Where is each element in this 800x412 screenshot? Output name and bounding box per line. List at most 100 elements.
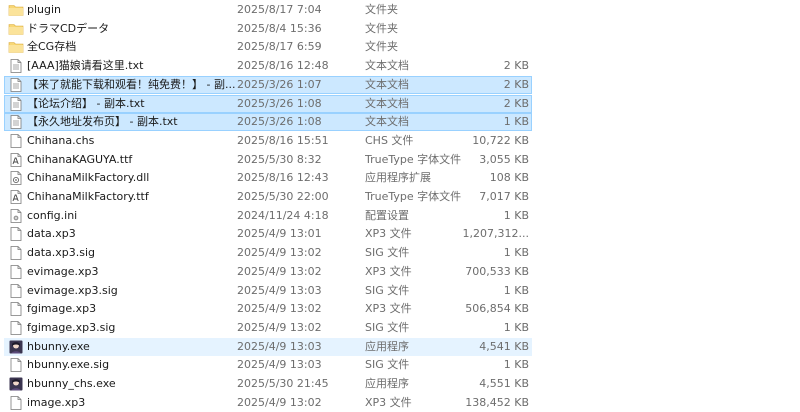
file-name: config.ini [27, 208, 78, 222]
file-name: data.xp3.sig [27, 246, 96, 260]
file-row[interactable]: 【永久地址发布页】 - 副本.txt 2025/3/26 1:08 文本文档 1 KB [4, 113, 532, 132]
folder-icon [8, 21, 24, 37]
config-file-icon [8, 208, 24, 224]
file-row[interactable]: plugin 2025/8/17 7:04 文件夹 [4, 1, 532, 19]
file-date-modified: 2025/4/9 13:02 [237, 246, 322, 260]
blank-file-icon [8, 395, 24, 411]
text-file-icon [8, 96, 24, 112]
file-row[interactable]: data.xp3.sig 2025/4/9 13:02 SIG 文件 1 KB [4, 244, 532, 262]
file-date-modified: 2024/11/24 4:18 [237, 208, 329, 222]
file-row[interactable]: fgimage.xp3 2025/4/9 13:02 XP3 文件 506,854 K… [4, 300, 532, 318]
blank-file-icon [8, 226, 24, 242]
file-row[interactable]: hbunny.exe 2025/4/9 13:03 应用程序 4,541 KB [4, 337, 532, 356]
file-size: 108 KB [489, 171, 529, 185]
file-size: 1,207,312... [462, 227, 529, 241]
text-file-icon [8, 58, 24, 74]
file-size: 2 KB [503, 96, 529, 110]
file-row[interactable]: [AAA]猫娘请看这里.txt 2025/8/16 12:48 文本文档 2 KB [4, 57, 532, 75]
file-date-modified: 2025/8/17 6:59 [237, 40, 322, 54]
file-size [445, 39, 529, 55]
file-date-modified: 2025/4/9 13:02 [237, 264, 322, 278]
file-name: Chihana.chs [27, 133, 95, 147]
file-size: 1 KB [503, 115, 529, 129]
file-date-modified: 2025/5/30 22:00 [237, 190, 329, 203]
file-row[interactable]: Chihana.chs 2025/8/16 15:51 CHS 文件 10,722 K… [4, 132, 532, 150]
file-row[interactable]: ChihanaMilkFactory.ttf 2025/5/30 22:00 Tru… [4, 188, 532, 206]
file-name: evimage.xp3 [27, 264, 99, 278]
file-size [445, 2, 529, 18]
file-date-modified: 2025/4/9 13:02 [237, 302, 322, 316]
file-row[interactable]: 【来了就能下载和观看！纯免费！】 - 副... 2025/3/26 1:07 文本文… [4, 75, 532, 94]
file-name: data.xp3 [27, 227, 76, 241]
file-size: 3,055 KB [479, 152, 529, 166]
file-name: hbunny.exe [27, 339, 90, 353]
blank-file-icon [8, 264, 24, 280]
file-name: [AAA]猫娘请看这里.txt [27, 59, 144, 73]
file-row[interactable]: hbunny_chs.exe 2025/5/30 21:45 应用程序 4,551 K… [4, 375, 532, 393]
file-row[interactable]: image.xp3 2025/4/9 13:02 XP3 文件 138,452 KB [4, 394, 532, 412]
text-file-icon [8, 114, 24, 130]
text-file-icon [8, 77, 24, 93]
file-date-modified: 2025/4/9 13:03 [237, 358, 322, 372]
file-size: 2 KB [503, 59, 529, 73]
file-row[interactable]: ChihanaMilkFactory.dll 2025/8/16 12:43 应用程… [4, 169, 532, 187]
dll-file-icon [8, 170, 24, 186]
file-size: 1 KB [503, 320, 529, 334]
file-size: 4,551 KB [479, 377, 529, 390]
file-size [445, 21, 529, 37]
blank-file-icon [8, 357, 24, 373]
file-name: hbunny_chs.exe [27, 377, 116, 390]
file-date-modified: 2025/8/16 15:51 [237, 133, 329, 147]
file-row[interactable]: evimage.xp3.sig 2025/4/9 13:03 SIG 文件 1 KB [4, 282, 532, 300]
file-name: ChihanaMilkFactory.dll [27, 171, 150, 185]
file-name: hbunny.exe.sig [27, 358, 110, 372]
file-row[interactable]: data.xp3 2025/4/9 13:01 XP3 文件 1,207,312... [4, 225, 532, 243]
file-date-modified: 2025/8/16 12:43 [237, 171, 329, 185]
file-name: ChihanaMilkFactory.ttf [27, 190, 149, 203]
file-row[interactable]: 全CG存档 2025/8/17 6:59 文件夹 [4, 38, 532, 56]
file-date-modified: 2025/4/9 13:03 [237, 339, 322, 353]
file-row[interactable]: fgimage.xp3.sig 2025/4/9 13:02 SIG 文件 1 KB [4, 319, 532, 337]
blank-file-icon [8, 320, 24, 336]
folder-icon [8, 39, 24, 55]
file-date-modified: 2025/8/16 12:48 [237, 59, 329, 73]
file-date-modified: 2025/5/30 21:45 [237, 377, 329, 390]
file-row[interactable]: config.ini 2024/11/24 4:18 配置设置 1 KB [4, 207, 532, 225]
file-name: plugin [27, 3, 62, 16]
file-row[interactable]: hbunny.exe.sig 2025/4/9 13:03 SIG 文件 1 KB [4, 356, 532, 374]
file-name: fgimage.xp3.sig [27, 320, 116, 334]
file-list[interactable]: plugin 2025/8/17 7:04 文件夹ドラマCDデータ 2025/8/4 … [0, 0, 800, 412]
file-name: ドラマCDデータ [27, 21, 110, 35]
file-name: ChihanaKAGUYA.ttf [27, 152, 133, 166]
file-size: 1 KB [503, 246, 529, 260]
file-row[interactable]: 【论坛介绍】 - 副本.txt 2025/3/26 1:08 文本文档 2 KB [4, 94, 532, 113]
file-date-modified: 2025/4/9 13:03 [237, 283, 322, 297]
file-size: 700,533 KB [465, 264, 529, 278]
blank-file-icon [8, 245, 24, 261]
app-exe-icon [8, 376, 24, 392]
file-name: 全CG存档 [27, 40, 77, 54]
file-date-modified: 2025/4/9 13:02 [237, 320, 322, 334]
file-name: 【来了就能下载和观看！纯免费！】 - 副... [27, 77, 236, 91]
file-name: evimage.xp3.sig [27, 283, 118, 297]
font-file-icon [8, 152, 24, 168]
app-exe-icon [8, 339, 24, 355]
file-size: 1 KB [503, 208, 529, 222]
file-name: 【论坛介绍】 - 副本.txt [27, 96, 145, 110]
file-name: 【永久地址发布页】 - 副本.txt [27, 115, 178, 129]
file-date-modified: 2025/4/9 13:02 [237, 395, 322, 409]
file-date-modified: 2025/3/26 1:08 [237, 115, 322, 129]
file-date-modified: 2025/3/26 1:07 [237, 77, 322, 91]
file-row[interactable]: ドラマCDデータ 2025/8/4 15:36 文件夹 [4, 20, 532, 38]
file-row[interactable]: evimage.xp3 2025/4/9 13:02 XP3 文件 700,533 K… [4, 263, 532, 281]
file-size: 4,541 KB [479, 339, 529, 353]
file-name: image.xp3 [27, 395, 86, 409]
file-size: 138,452 KB [465, 395, 529, 409]
file-size: 506,854 KB [465, 302, 529, 316]
file-date-modified: 2025/8/4 15:36 [237, 21, 322, 35]
file-name: fgimage.xp3 [27, 302, 97, 316]
file-size: 2 KB [503, 77, 529, 91]
file-size: 1 KB [503, 358, 529, 372]
file-row[interactable]: ChihanaKAGUYA.ttf 2025/5/30 8:32 TrueType … [4, 151, 532, 169]
blank-file-icon [8, 133, 24, 149]
